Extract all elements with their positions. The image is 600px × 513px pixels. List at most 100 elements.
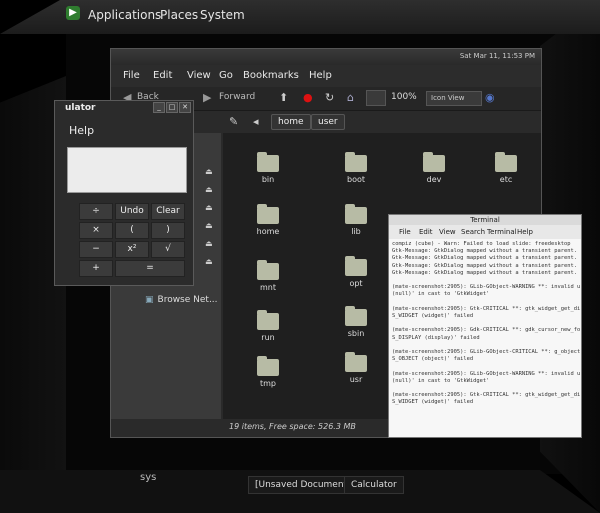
folder-tmp[interactable]: tmp: [253, 356, 283, 388]
term-menu-help[interactable]: Help: [517, 228, 533, 236]
key-subtract[interactable]: −: [79, 241, 113, 258]
up-arrow-icon[interactable]: ⬆: [279, 91, 288, 104]
folder-label: tmp: [259, 379, 276, 388]
terminal-line: Gtk-Message: GtkDialog mapped without a …: [392, 255, 580, 262]
clock: Sat Mar 11, 11:53 PM: [459, 52, 535, 60]
folder-home[interactable]: home: [253, 204, 283, 236]
sidebar-item-browse-network[interactable]: ▣ Browse Net...: [145, 295, 218, 305]
key-multiply[interactable]: ×: [79, 222, 113, 239]
folder-icon: [257, 356, 279, 376]
terminal-menubar: File Edit View Search Terminal Help: [389, 225, 581, 239]
key-divide[interactable]: ÷: [79, 203, 113, 220]
sidebar-item-label: Browse Net...: [157, 295, 218, 305]
folder-dev[interactable]: dev: [419, 152, 449, 184]
eject-icon[interactable]: ⏏: [205, 239, 213, 248]
minimize-icon[interactable]: _: [153, 102, 165, 113]
fm-titlebar[interactable]: Sat Mar 11, 11:53 PM: [111, 49, 541, 65]
taskbar-item-calculator[interactable]: Calculator: [344, 476, 404, 494]
eject-icon[interactable]: ⏏: [205, 257, 213, 266]
toggle-path-icon[interactable]: ✎: [229, 115, 238, 128]
home-icon[interactable]: ⌂: [347, 91, 354, 104]
terminal-line: S_WIDGET (widget)' failed: [392, 399, 474, 406]
folder-icon: [423, 152, 445, 172]
folder-sbin[interactable]: sbin: [341, 306, 371, 338]
key-sqrt[interactable]: √: [151, 241, 185, 258]
folder-usr[interactable]: usr: [341, 352, 371, 384]
folder-label: lib: [351, 227, 361, 236]
folder-label: etc: [499, 175, 513, 184]
calculator-window: ulator _ □ ✕ Help ÷ Undo Clear × ( ) − x…: [54, 100, 194, 286]
folder-boot[interactable]: boot: [341, 152, 371, 184]
menu-go[interactable]: Go: [219, 70, 233, 81]
folder-icon: [345, 352, 367, 372]
terminal-line: S_DISPLAY (display)' failed: [392, 334, 480, 341]
places-menu[interactable]: Places: [160, 8, 198, 22]
folder-opt[interactable]: opt: [341, 256, 371, 288]
term-menu-search[interactable]: Search: [461, 228, 485, 236]
forward-arrow-icon[interactable]: ▶: [203, 91, 211, 104]
calc-display: [67, 147, 187, 193]
folder-mnt[interactable]: mnt: [253, 260, 283, 292]
menu-logo-icon[interactable]: ▶: [66, 6, 80, 20]
eject-icon[interactable]: ⏏: [205, 221, 213, 230]
key-square[interactable]: x²: [115, 241, 149, 258]
terminal-line: S_WIDGET (widget)' failed: [392, 313, 474, 320]
maximize-icon[interactable]: □: [166, 102, 178, 113]
computer-icon[interactable]: [366, 90, 386, 106]
top-panel: ▶ Applications Places System: [0, 0, 600, 34]
network-icon: ▣: [145, 295, 154, 305]
terminal-title[interactable]: Terminal: [389, 215, 581, 225]
terminal-line: (mate-screenshot:2905): Gtk-CRITICAL **:…: [392, 305, 580, 312]
view-mode-select[interactable]: Icon View: [426, 91, 482, 106]
folder-label: usr: [349, 375, 363, 384]
menu-view[interactable]: View: [187, 70, 211, 81]
term-menu-terminal[interactable]: Terminal: [487, 228, 517, 236]
reload-icon[interactable]: ↻: [325, 91, 334, 104]
search-icon[interactable]: ◉: [485, 91, 495, 104]
key-close-paren[interactable]: ): [151, 222, 185, 239]
system-menu[interactable]: System: [200, 8, 245, 22]
close-icon[interactable]: ✕: [179, 102, 191, 113]
terminal-line: Gtk-Message: GtkDialog mapped without a …: [392, 262, 580, 269]
term-menu-edit[interactable]: Edit: [419, 228, 433, 236]
applications-menu[interactable]: Applications: [88, 8, 161, 22]
folder-lib[interactable]: lib: [341, 204, 371, 236]
menu-edit[interactable]: Edit: [153, 70, 172, 81]
breadcrumb-user[interactable]: user: [311, 114, 345, 130]
term-menu-file[interactable]: File: [399, 228, 411, 236]
forward-button[interactable]: Forward: [219, 92, 255, 102]
breadcrumb-home[interactable]: home: [271, 114, 311, 130]
folder-icon: [495, 152, 517, 172]
terminal-line: (mate-screenshot:2905): Gtk-CRITICAL **:…: [392, 392, 580, 399]
folder-label: dev: [426, 175, 442, 184]
term-menu-view[interactable]: View: [439, 228, 456, 236]
key-equals[interactable]: =: [115, 260, 185, 277]
terminal-output[interactable]: compiz (cube) - Warn: Failed to load sli…: [389, 239, 581, 437]
key-undo[interactable]: Undo: [115, 203, 149, 220]
folder-icon: [257, 310, 279, 330]
eject-icon[interactable]: ⏏: [205, 185, 213, 194]
zoom-level: 100%: [391, 92, 417, 102]
key-clear[interactable]: Clear: [151, 203, 185, 220]
key-add[interactable]: +: [79, 260, 113, 277]
terminal-line: (mate-screenshot:2905): GLib-GObject-WAR…: [392, 284, 580, 291]
stop-icon[interactable]: ●: [303, 91, 313, 104]
key-open-paren[interactable]: (: [115, 222, 149, 239]
calculator-title: ulator: [65, 103, 96, 113]
folder-run[interactable]: run: [253, 310, 283, 342]
calc-help-menu[interactable]: Help: [69, 124, 94, 137]
folder-etc[interactable]: etc: [491, 152, 521, 184]
menu-help[interactable]: Help: [309, 70, 332, 81]
folder-label: bin: [261, 175, 275, 184]
menu-bookmarks[interactable]: Bookmarks: [243, 70, 299, 81]
menu-file[interactable]: File: [123, 70, 140, 81]
folder-bin[interactable]: bin: [253, 152, 283, 184]
eject-icon[interactable]: ⏏: [205, 167, 213, 176]
terminal-line: Gtk-Message: GtkDialog mapped without a …: [392, 269, 580, 276]
path-left-icon[interactable]: ◂: [253, 115, 259, 128]
folder-icon: [345, 256, 367, 276]
eject-icon[interactable]: ⏏: [205, 203, 213, 212]
